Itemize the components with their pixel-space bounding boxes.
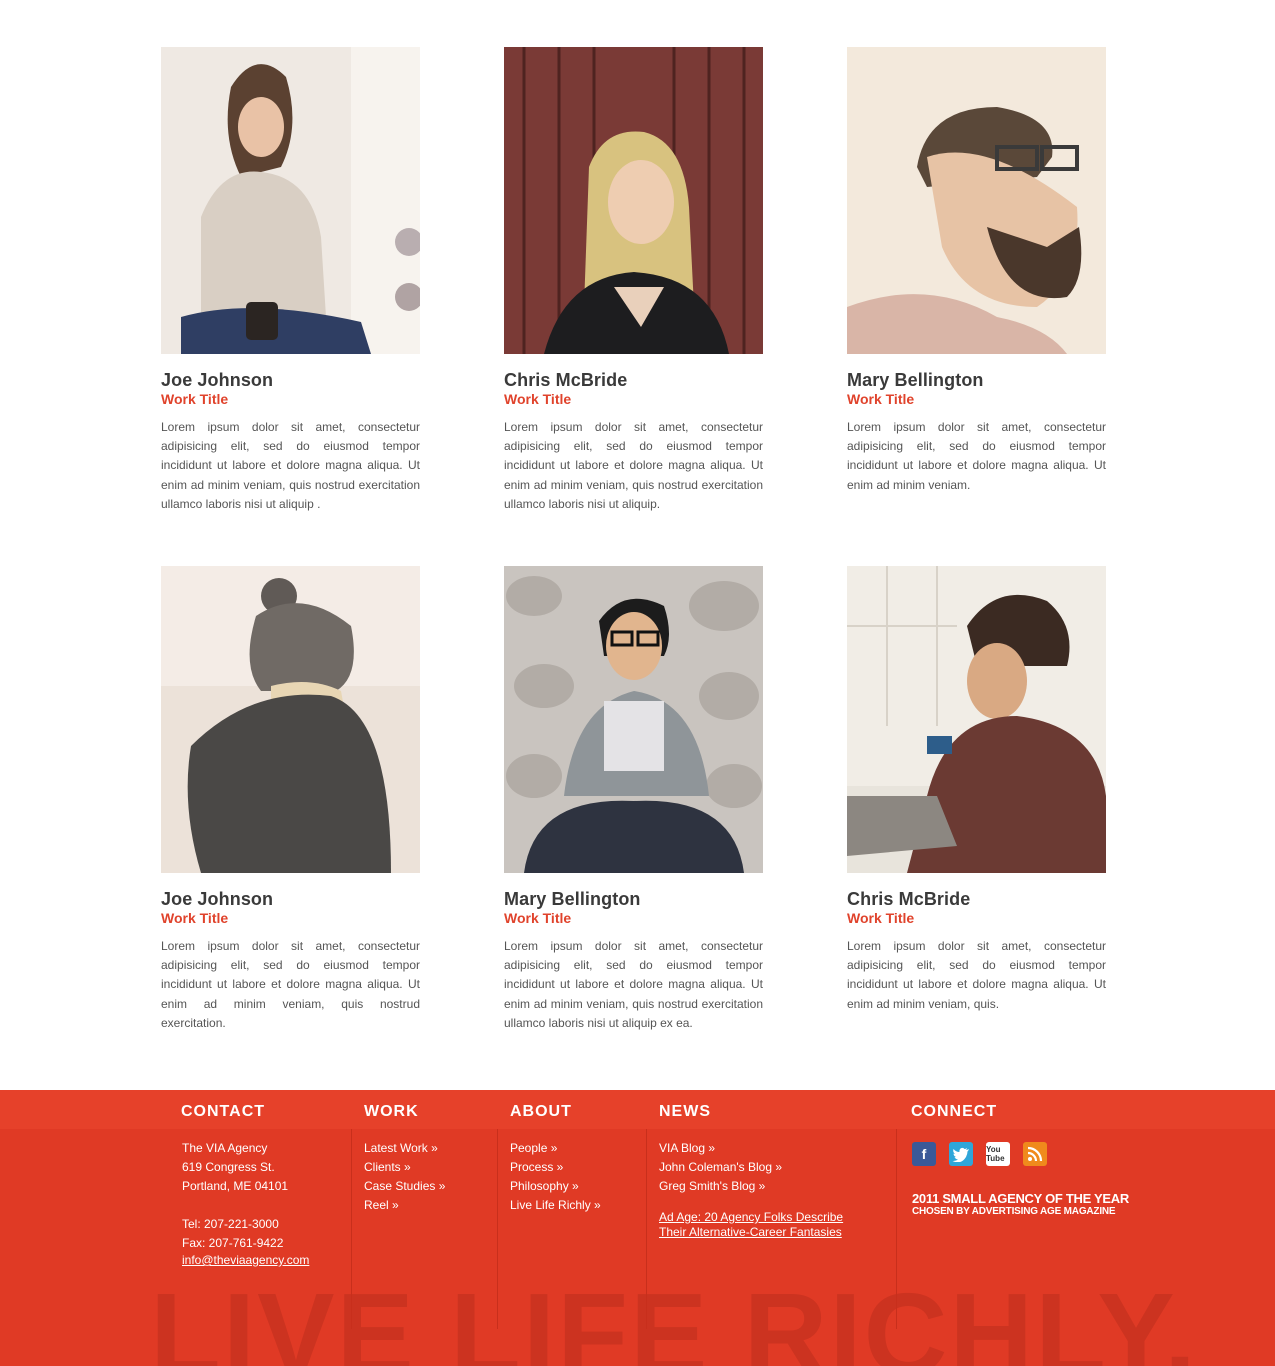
footer-heading-connect: CONNECT: [911, 1103, 998, 1120]
footer-heading-contact: CONTACT: [181, 1103, 266, 1120]
footer-link-philosophy[interactable]: Philosophy »: [510, 1177, 601, 1196]
team-grid: Joe Johnson Work Title Lorem ipsum dolor…: [0, 0, 1275, 1090]
team-member-bio: Lorem ipsum dolor sit amet, consectetur …: [504, 939, 763, 1030]
footer-news-links: VIA Blog » John Coleman's Blog » Greg Sm…: [659, 1139, 843, 1240]
team-member-photo: [504, 47, 763, 354]
team-member-name: Mary Bellington: [504, 889, 641, 909]
contact-email-link[interactable]: info@theviaagency.com: [182, 1253, 309, 1267]
team-member-role: Work Title: [847, 391, 915, 407]
footer-link-live-life-richly[interactable]: Live Life Richly »: [510, 1196, 601, 1215]
team-member-card: Joe Johnson Work Title Lorem ipsum dolor…: [161, 566, 420, 1033]
team-member-card: Mary Bellington Work Title Lorem ipsum d…: [847, 47, 1106, 495]
footer-link-greg-smith-blog[interactable]: Greg Smith's Blog »: [659, 1177, 843, 1196]
footer-divider: [896, 1129, 897, 1329]
team-member-role: Work Title: [504, 391, 572, 407]
footer-link-process[interactable]: Process »: [510, 1158, 601, 1177]
footer-heading-about: ABOUT: [510, 1103, 572, 1120]
award-title: 2011 SMALL AGENCY OF THE YEAR: [912, 1191, 1129, 1206]
footer-link-clients[interactable]: Clients »: [364, 1158, 445, 1177]
team-member-bio: Lorem ipsum dolor sit amet, consectetur …: [847, 939, 1106, 1011]
team-member-role: Work Title: [847, 910, 915, 926]
footer-divider: [351, 1129, 352, 1329]
footer-contact: The VIA Agency 619 Congress St. Portland…: [182, 1139, 309, 1267]
footer-link-latest-work[interactable]: Latest Work »: [364, 1139, 445, 1158]
contact-street: 619 Congress St.: [182, 1160, 275, 1174]
team-member-photo: [161, 47, 420, 354]
team-member-role: Work Title: [161, 910, 229, 926]
rss-icon[interactable]: [1023, 1142, 1047, 1166]
team-member-bio: Lorem ipsum dolor sit amet, consectetur …: [161, 939, 420, 1030]
youtube-icon[interactable]: You Tube: [986, 1142, 1010, 1166]
footer-link-reel[interactable]: Reel »: [364, 1196, 445, 1215]
award-badge: 2011 SMALL AGENCY OF THE YEAR CHOSEN BY …: [912, 1191, 1129, 1218]
team-member-role: Work Title: [504, 910, 572, 926]
team-member-bio: Lorem ipsum dolor sit amet, consectetur …: [847, 420, 1106, 492]
site-footer: LIVE LIFE RICHLY. CONTACT WORK ABOUT NEW…: [0, 1090, 1275, 1366]
team-member-name: Chris McBride: [847, 889, 971, 909]
footer-about-links: People » Process » Philosophy » Live Lif…: [510, 1139, 601, 1215]
team-member-card: Joe Johnson Work Title Lorem ipsum dolor…: [161, 47, 420, 514]
team-member-role: Work Title: [161, 391, 229, 407]
footer-divider: [497, 1129, 498, 1329]
team-member-bio: Lorem ipsum dolor sit amet, consectetur …: [504, 420, 763, 511]
footer-work-links: Latest Work » Clients » Case Studies » R…: [364, 1139, 445, 1215]
team-member-photo: [847, 47, 1106, 354]
footer-heading-news: NEWS: [659, 1103, 711, 1120]
youtube-icon-label: You Tube: [986, 1145, 1005, 1163]
news-article-link[interactable]: Their Alternative-Career Fantasies: [659, 1225, 843, 1240]
footer-link-john-coleman-blog[interactable]: John Coleman's Blog »: [659, 1158, 843, 1177]
team-member-photo: [847, 566, 1106, 873]
contact-fax: Fax: 207-761-9422: [182, 1236, 284, 1250]
contact-phone: Tel: 207-221-3000: [182, 1217, 279, 1231]
contact-company: The VIA Agency: [182, 1141, 268, 1155]
twitter-icon[interactable]: [949, 1142, 973, 1166]
team-member-photo: [161, 566, 420, 873]
team-member-card: Chris McBride Work Title Lorem ipsum dol…: [847, 566, 1106, 1014]
footer-link-people[interactable]: People »: [510, 1139, 601, 1158]
contact-city: Portland, ME 04101: [182, 1179, 289, 1193]
social-links: f You Tube: [912, 1142, 1047, 1166]
award-subtitle: CHOSEN BY ADVERTISING AGE MAGAZINE: [912, 1206, 1116, 1217]
team-member-card: Mary Bellington Work Title Lorem ipsum d…: [504, 566, 763, 1033]
team-member-name: Chris McBride: [504, 370, 628, 390]
team-member-card: Chris McBride Work Title Lorem ipsum dol…: [504, 47, 763, 514]
news-article-link[interactable]: Ad Age: 20 Agency Folks Describe: [659, 1210, 843, 1225]
footer-tagline: LIVE LIFE RICHLY.: [150, 1269, 1199, 1366]
footer-divider: [646, 1129, 647, 1329]
footer-heading-work: WORK: [364, 1103, 419, 1120]
team-member-bio: Lorem ipsum dolor sit amet, consectetur …: [161, 420, 420, 511]
team-member-name: Mary Bellington: [847, 370, 984, 390]
team-member-name: Joe Johnson: [161, 889, 274, 909]
footer-link-case-studies[interactable]: Case Studies »: [364, 1177, 445, 1196]
facebook-icon[interactable]: f: [912, 1142, 936, 1166]
team-member-name: Joe Johnson: [161, 370, 274, 390]
footer-link-via-blog[interactable]: VIA Blog »: [659, 1139, 843, 1158]
team-member-photo: [504, 566, 763, 873]
